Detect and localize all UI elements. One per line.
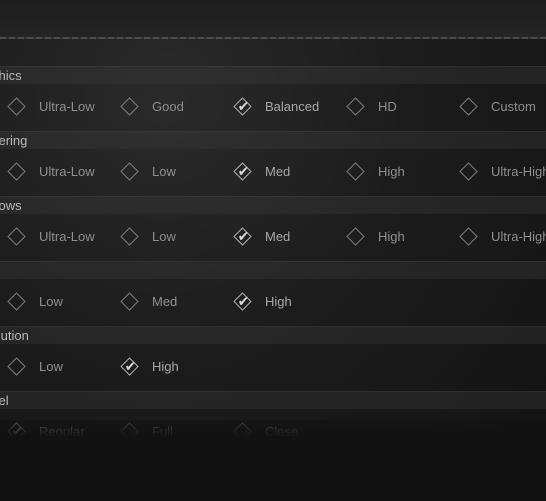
diamond-icon — [346, 161, 365, 181]
option-label: Ultra-High — [491, 228, 546, 244]
option-label: Low — [152, 163, 176, 179]
diamond-icon — [346, 226, 365, 246]
option-radio[interactable]: High — [346, 161, 405, 181]
top-banner — [0, 0, 546, 38]
option-radio[interactable]: Ultra-High — [459, 226, 546, 246]
option-label: High — [265, 293, 292, 309]
diamond-icon — [120, 96, 139, 116]
section-title: ndering — [0, 133, 28, 148]
section-title: solution — [0, 328, 29, 343]
diamond-icon — [7, 291, 26, 311]
section-header: aphics — [0, 66, 546, 84]
option-label: High — [378, 228, 405, 244]
section-title: odel — [0, 393, 9, 408]
diamond-check-icon: ✔ — [233, 226, 252, 246]
option-label: Low — [39, 358, 63, 374]
option-radio[interactable]: ✔ High — [233, 291, 292, 311]
option-radio[interactable]: Custom — [459, 96, 536, 116]
option-label: Good — [152, 98, 184, 114]
option-label: Ultra-Low — [39, 163, 95, 179]
option-label: Custom — [491, 98, 536, 114]
diamond-icon — [120, 291, 139, 311]
option-radio[interactable]: ✔ High — [120, 356, 179, 376]
option-label: High — [152, 358, 179, 374]
diamond-check-icon: ✔ — [120, 356, 139, 376]
diamond-icon — [459, 96, 478, 116]
option-radio[interactable]: Low — [120, 161, 176, 181]
checkmark-icon: ✔ — [237, 97, 250, 114]
option-radio[interactable]: Low — [120, 226, 176, 246]
option-label: High — [378, 163, 405, 179]
checkmark-icon: ✔ — [237, 162, 250, 179]
section-header: adows — [0, 196, 546, 214]
diamond-icon — [120, 161, 139, 181]
option-radio[interactable]: ✔ Med — [233, 161, 291, 181]
option-label: Balanced — [265, 98, 320, 114]
section-title: aphics — [0, 68, 22, 83]
diamond-icon — [459, 161, 478, 181]
settings-panel: aphics Ultra-Low Good ✔ Balanced HD Custom nder… — [0, 66, 546, 456]
settings-section: S Low Med ✔ High — [0, 261, 546, 326]
option-label: Med — [265, 163, 291, 179]
diamond-icon — [346, 96, 365, 116]
option-radio[interactable]: High — [346, 226, 405, 246]
option-label: Med — [152, 293, 178, 309]
option-radio[interactable]: HD — [346, 96, 397, 116]
option-radio[interactable]: Low — [7, 291, 63, 311]
diamond-icon — [7, 96, 26, 116]
option-label: Ultra-Low — [39, 228, 95, 244]
diamond-check-icon: ✔ — [233, 96, 252, 116]
option-label: Med — [265, 228, 291, 244]
option-label: Low — [152, 228, 176, 244]
diamond-check-icon: ✔ — [233, 291, 252, 311]
option-radio[interactable]: ✔ Med — [233, 226, 291, 246]
section-title: adows — [0, 198, 22, 213]
option-label: Ultra-Low — [39, 98, 95, 114]
bottom-fade-overlay — [0, 420, 546, 501]
option-radio[interactable]: Med — [120, 291, 178, 311]
diamond-check-icon: ✔ — [233, 161, 252, 181]
section-header: ndering — [0, 131, 546, 149]
diamond-icon — [7, 226, 26, 246]
settings-section: aphics Ultra-Low Good ✔ Balanced HD Custom — [0, 66, 546, 131]
option-radio[interactable]: Ultra-High — [459, 161, 546, 181]
settings-section: adows Ultra-Low Low ✔ Med High Ultra-High — [0, 196, 546, 261]
checkmark-icon: ✔ — [237, 227, 250, 244]
section-header: S — [0, 261, 546, 279]
option-radio[interactable]: Ultra-Low — [7, 96, 95, 116]
diamond-icon — [7, 356, 26, 376]
diamond-icon — [459, 226, 478, 246]
section-header: odel — [0, 391, 546, 409]
option-radio[interactable]: Ultra-Low — [7, 226, 95, 246]
diamond-icon — [7, 161, 26, 181]
option-radio[interactable]: Ultra-Low — [7, 161, 95, 181]
option-radio[interactable]: Low — [7, 356, 63, 376]
option-radio[interactable]: Good — [120, 96, 184, 116]
settings-section: solution Low ✔ High — [0, 326, 546, 391]
checkmark-icon: ✔ — [124, 357, 137, 374]
diamond-icon — [120, 226, 139, 246]
option-radio[interactable]: ✔ Balanced — [233, 96, 320, 116]
option-label: HD — [378, 98, 397, 114]
option-label: Low — [39, 293, 63, 309]
section-header: solution — [0, 326, 546, 344]
settings-section: ndering Ultra-Low Low ✔ Med High Ultra-High — [0, 131, 546, 196]
checkmark-icon: ✔ — [237, 292, 250, 309]
top-divider — [0, 37, 546, 39]
option-label: Ultra-High — [491, 163, 546, 179]
